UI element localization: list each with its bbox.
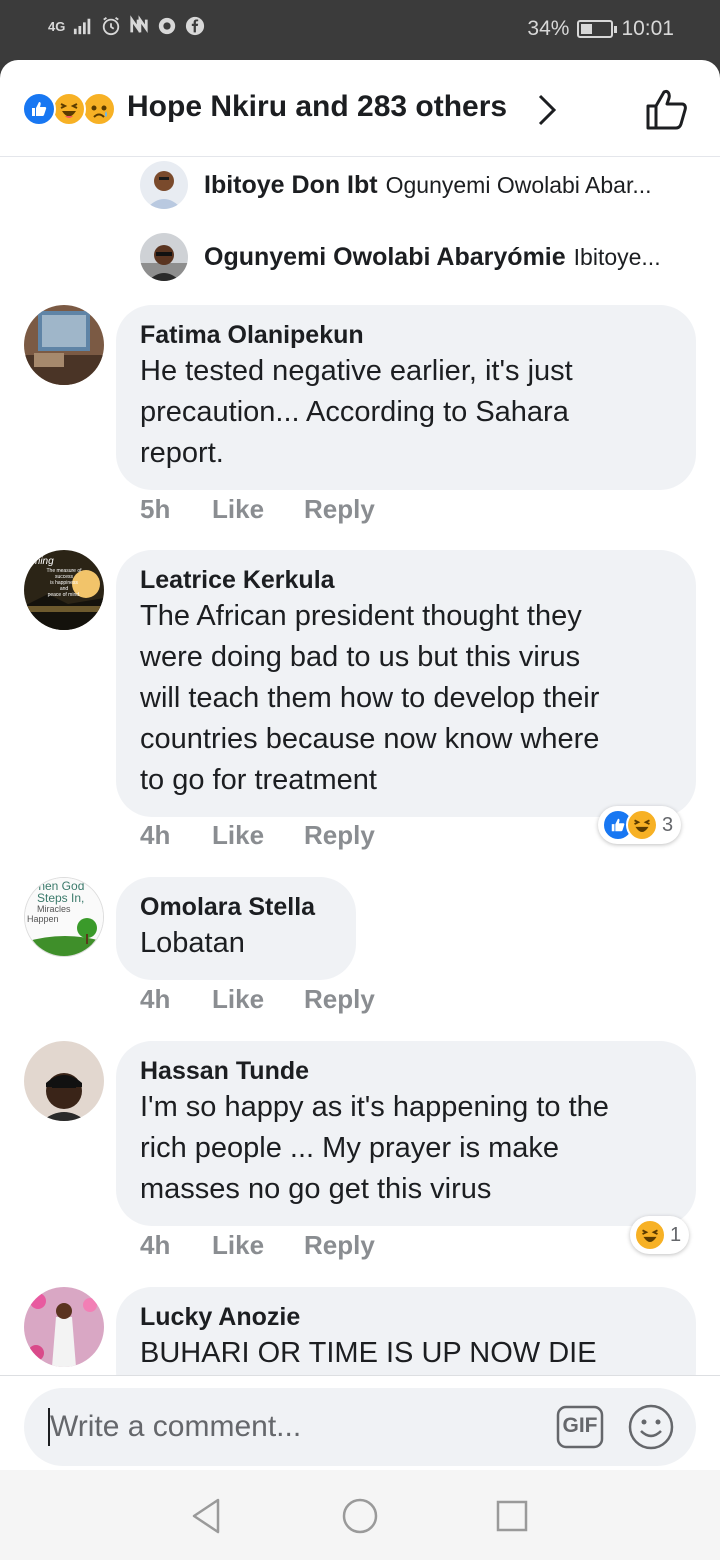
reply-link[interactable]: Reply xyxy=(304,1230,375,1261)
reaction-count: 1 xyxy=(670,1223,682,1246)
comment-age: 4h xyxy=(140,820,171,850)
comment-bubble[interactable]: Leatrice Kerkula The African president t… xyxy=(116,550,696,817)
reply-link[interactable]: Reply xyxy=(304,984,375,1015)
comment-actions: 4h Like Reply xyxy=(140,820,375,851)
comment-bubble[interactable]: Fatima Olanipekun He tested negative ear… xyxy=(116,305,696,490)
avatar-caption: When God Steps In, Miracles Happen xyxy=(27,879,85,924)
comment-text: I'm so happy as it's happening to the xyxy=(140,1091,609,1123)
reaction-count-pill[interactable]: 1 xyxy=(630,1216,690,1254)
emoji-button[interactable] xyxy=(628,1404,674,1450)
comment-author[interactable]: Omolara Stella xyxy=(140,891,332,923)
reply-link[interactable]: Reply xyxy=(304,494,375,525)
comment-author[interactable]: Hassan Tunde xyxy=(140,1055,672,1087)
comment-author[interactable]: Leatrice Kerkula xyxy=(140,564,672,596)
clock: 10:01 xyxy=(621,17,674,40)
comment-composer[interactable]: GIF xyxy=(24,1388,696,1466)
reply-preview[interactable]: Ogunyemi Owolabi Abaryómie Ibitoye... xyxy=(140,232,661,282)
system-nav-bar xyxy=(0,1470,720,1560)
comment-author[interactable]: Lucky Anozie xyxy=(140,1301,672,1333)
text-caret xyxy=(48,1408,50,1446)
avatar[interactable] xyxy=(24,305,104,385)
like-link[interactable]: Like xyxy=(212,1230,304,1261)
comment-text: to go for treatment xyxy=(140,764,377,796)
reactions-header[interactable]: Hope Nkiru and 283 others xyxy=(0,60,720,157)
comment-text: will teach them how to develop their xyxy=(140,682,600,714)
comment-age: 5h xyxy=(140,494,171,524)
home-nav-icon[interactable] xyxy=(338,1494,382,1538)
gif-button[interactable]: GIF xyxy=(556,1405,604,1449)
reply-preview[interactable]: Ibitoye Don Ibt Ogunyemi Owolabi Abar... xyxy=(140,160,652,210)
reply-author[interactable]: Ibitoye Don Ibt xyxy=(204,171,378,200)
comment-text: rich people ... My prayer is make xyxy=(140,1132,560,1164)
comment-bubble[interactable]: Hassan Tunde I'm so happy as it's happen… xyxy=(116,1041,696,1226)
reply-snippet: Ibitoye... xyxy=(573,243,661,270)
haha-reaction-icon xyxy=(626,809,658,841)
avatar[interactable] xyxy=(24,1287,104,1367)
comment-text: report. xyxy=(140,437,224,469)
avatar[interactable]: When God Steps In, Miracles Happen xyxy=(24,877,104,957)
comment-actions: 4h Like Reply xyxy=(140,1230,375,1261)
comment-text: precaution... According to Sahara xyxy=(140,396,569,428)
status-icons-left: 4G xyxy=(48,15,205,36)
reply-link[interactable]: Reply xyxy=(304,820,375,851)
comment-text: countries because now know where xyxy=(140,723,600,755)
comment-text: were doing bad to us but this virus xyxy=(140,641,581,673)
reactions-summary[interactable]: Hope Nkiru and 283 others xyxy=(127,90,507,124)
emoji-icon xyxy=(628,1404,674,1450)
avatar-caption: The measure of success is happiness and peac… xyxy=(46,568,82,598)
reply-snippet: Ogunyemi Owolabi Abar... xyxy=(385,171,652,198)
comment-age: 4h xyxy=(140,1230,171,1260)
back-nav-icon[interactable] xyxy=(186,1494,230,1538)
avatar-caption: ming xyxy=(32,556,54,567)
reply-author[interactable]: Ogunyemi Owolabi Abaryómie xyxy=(204,243,566,272)
gif-label: GIF xyxy=(562,1414,598,1437)
comment-author[interactable]: Fatima Olanipekun xyxy=(140,319,672,351)
reaction-count: 3 xyxy=(662,813,674,836)
like-link[interactable]: Like xyxy=(212,820,304,851)
avatar xyxy=(140,161,188,209)
chevron-right-icon[interactable] xyxy=(532,90,560,130)
comment-text: He tested negative earlier, it's just xyxy=(140,355,573,387)
comment-text: masses no go get this virus xyxy=(140,1173,492,1205)
comment-age: 4h xyxy=(140,984,171,1014)
recents-nav-icon[interactable] xyxy=(490,1494,534,1538)
comments-sheet: Hope Nkiru and 283 others Ibitoye Don Ib… xyxy=(0,60,720,1560)
signal-icon xyxy=(73,16,93,36)
avatar[interactable]: ming The measure of success is happiness an… xyxy=(24,550,104,630)
battery-percent: 34% xyxy=(527,17,570,40)
comment-text: Lobatan xyxy=(140,927,245,959)
comment-input[interactable] xyxy=(50,1404,530,1450)
comment-text: BUHARI OR TIME IS UP NOW DIE xyxy=(140,1337,597,1369)
haha-reaction-icon xyxy=(52,92,86,126)
thumbs-up-icon xyxy=(646,90,687,130)
sad-reaction-icon xyxy=(82,92,116,126)
comment-actions: 5h Like Reply xyxy=(140,494,375,525)
facebook-icon xyxy=(185,16,205,36)
status-icons-right: 34% 10:01 xyxy=(527,17,674,41)
status-bar: 4G 34% 10:01 xyxy=(0,0,720,62)
reaction-icons xyxy=(22,92,122,126)
avatar xyxy=(140,233,188,281)
alarm-icon xyxy=(101,16,121,36)
battery-icon xyxy=(577,20,618,38)
like-link[interactable]: Like xyxy=(212,494,304,525)
network-label: 4G xyxy=(48,18,66,34)
comment-bubble[interactable]: Omolara Stella Lobatan xyxy=(116,877,356,980)
comment-composer-area: GIF xyxy=(0,1375,720,1485)
vpn-icon xyxy=(157,16,177,36)
avatar[interactable] xyxy=(24,1041,104,1121)
reaction-count-pill[interactable]: 3 xyxy=(598,806,682,844)
haha-reaction-icon xyxy=(634,1219,666,1251)
comment-text: The African president thought they xyxy=(140,600,582,632)
nfc-icon xyxy=(129,15,149,36)
like-post-button[interactable] xyxy=(642,84,692,134)
like-link[interactable]: Like xyxy=(212,984,304,1015)
comment-actions: 4h Like Reply xyxy=(140,984,375,1015)
like-reaction-icon xyxy=(22,92,56,126)
